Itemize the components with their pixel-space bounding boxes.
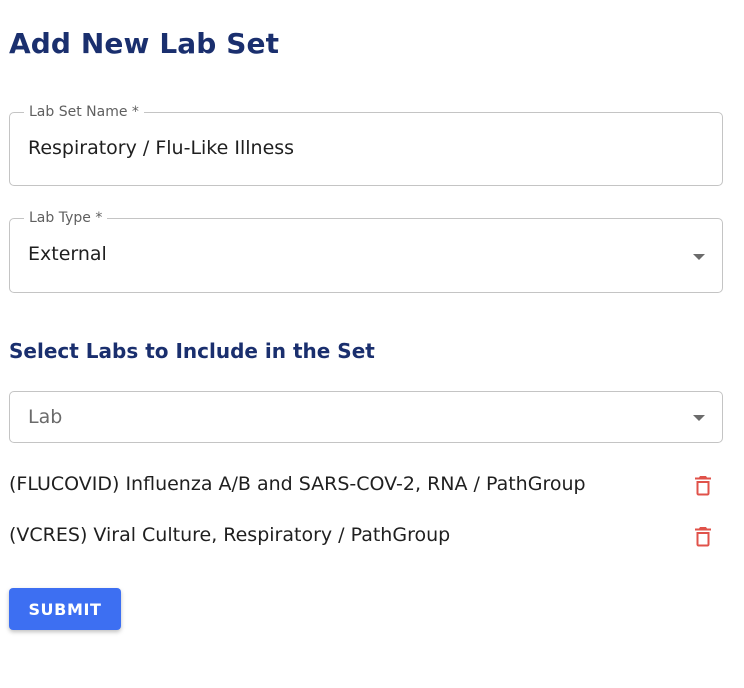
trash-icon[interactable] — [694, 526, 712, 547]
page-title: Add New Lab Set — [9, 27, 280, 60]
lab-select[interactable]: Lab — [9, 391, 723, 443]
lab-type-label: Lab Type * — [24, 210, 108, 226]
chevron-down-icon[interactable] — [693, 254, 705, 260]
lab-type-value: External — [28, 243, 107, 265]
list-item: (FLUCOVID) Influenza A/B and SARS-COV-2,… — [9, 470, 723, 500]
trash-icon[interactable] — [694, 475, 712, 496]
submit-button[interactable]: SUBMIT — [9, 588, 121, 630]
delete-lab-button[interactable] — [691, 524, 715, 548]
section-title-select-labs: Select Labs to Include in the Set — [9, 339, 375, 363]
lab-select-placeholder: Lab — [28, 406, 63, 428]
list-item: (VCRES) Viral Culture, Respiratory / Pat… — [9, 521, 723, 551]
lab-set-name-field[interactable]: Lab Set Name * Respiratory / Flu-Like Il… — [9, 104, 723, 186]
lab-type-select[interactable]: Lab Type * External — [9, 210, 723, 293]
chevron-down-icon[interactable] — [693, 415, 705, 421]
lab-set-name-input[interactable]: Respiratory / Flu-Like Illness — [28, 137, 294, 159]
delete-lab-button[interactable] — [691, 473, 715, 497]
lab-item-label: (VCRES) Viral Culture, Respiratory / Pat… — [9, 524, 451, 546]
lab-set-name-label: Lab Set Name * — [24, 104, 144, 120]
lab-item-label: (FLUCOVID) Influenza A/B and SARS-COV-2,… — [9, 473, 586, 495]
